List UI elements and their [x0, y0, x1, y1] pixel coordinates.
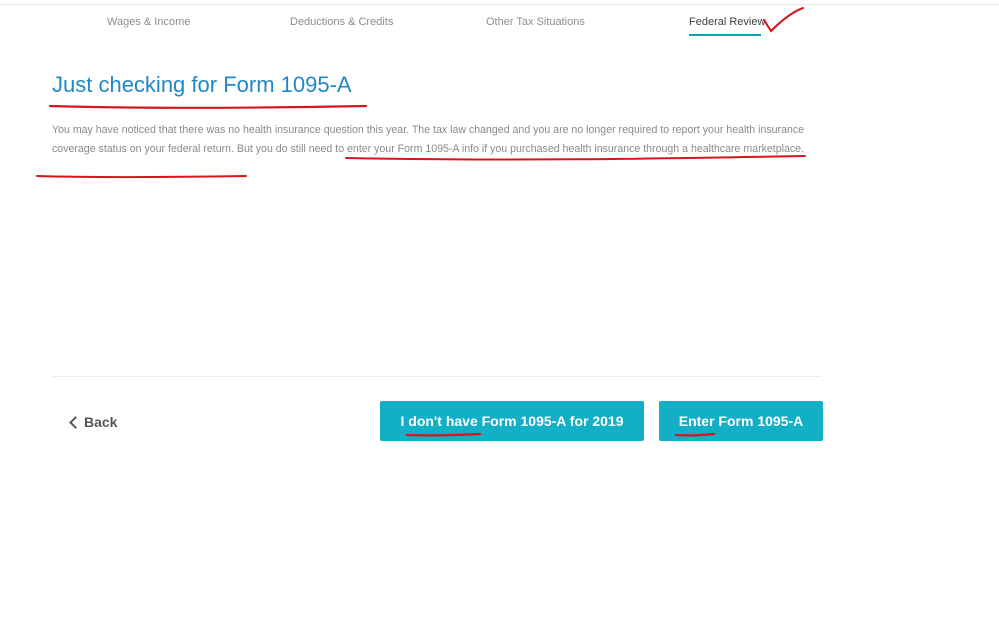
- annotation-text-underline-2: [36, 175, 247, 179]
- back-button[interactable]: Back: [68, 414, 117, 430]
- tab-deductions-credits[interactable]: Deductions & Credits: [290, 16, 393, 28]
- page-description: You may have noticed that there was no h…: [52, 121, 812, 158]
- annotation-title-underline: [48, 104, 368, 109]
- tab-wages-income[interactable]: Wages & Income: [107, 16, 190, 28]
- footer-links: …: [330, 622, 339, 628]
- tab-other-tax-situations[interactable]: Other Tax Situations: [486, 16, 585, 28]
- page-title: Just checking for Form 1095-A: [52, 72, 352, 97]
- tab-federal-review[interactable]: Federal Review: [689, 16, 765, 28]
- active-tab-indicator: [689, 34, 761, 36]
- content-divider: [52, 376, 822, 377]
- top-border: [0, 4, 999, 5]
- progress-nav: Wages & Income Deductions & Credits Othe…: [0, 16, 999, 36]
- enter-form-1095a-button[interactable]: Enter Form 1095-A: [659, 401, 823, 441]
- back-label: Back: [84, 414, 118, 430]
- no-form-1095a-button[interactable]: I don't have Form 1095-A for 2019: [380, 401, 644, 441]
- description-text-2: But you do still need to enter your Form…: [236, 142, 805, 155]
- chevron-left-icon: [69, 415, 82, 429]
